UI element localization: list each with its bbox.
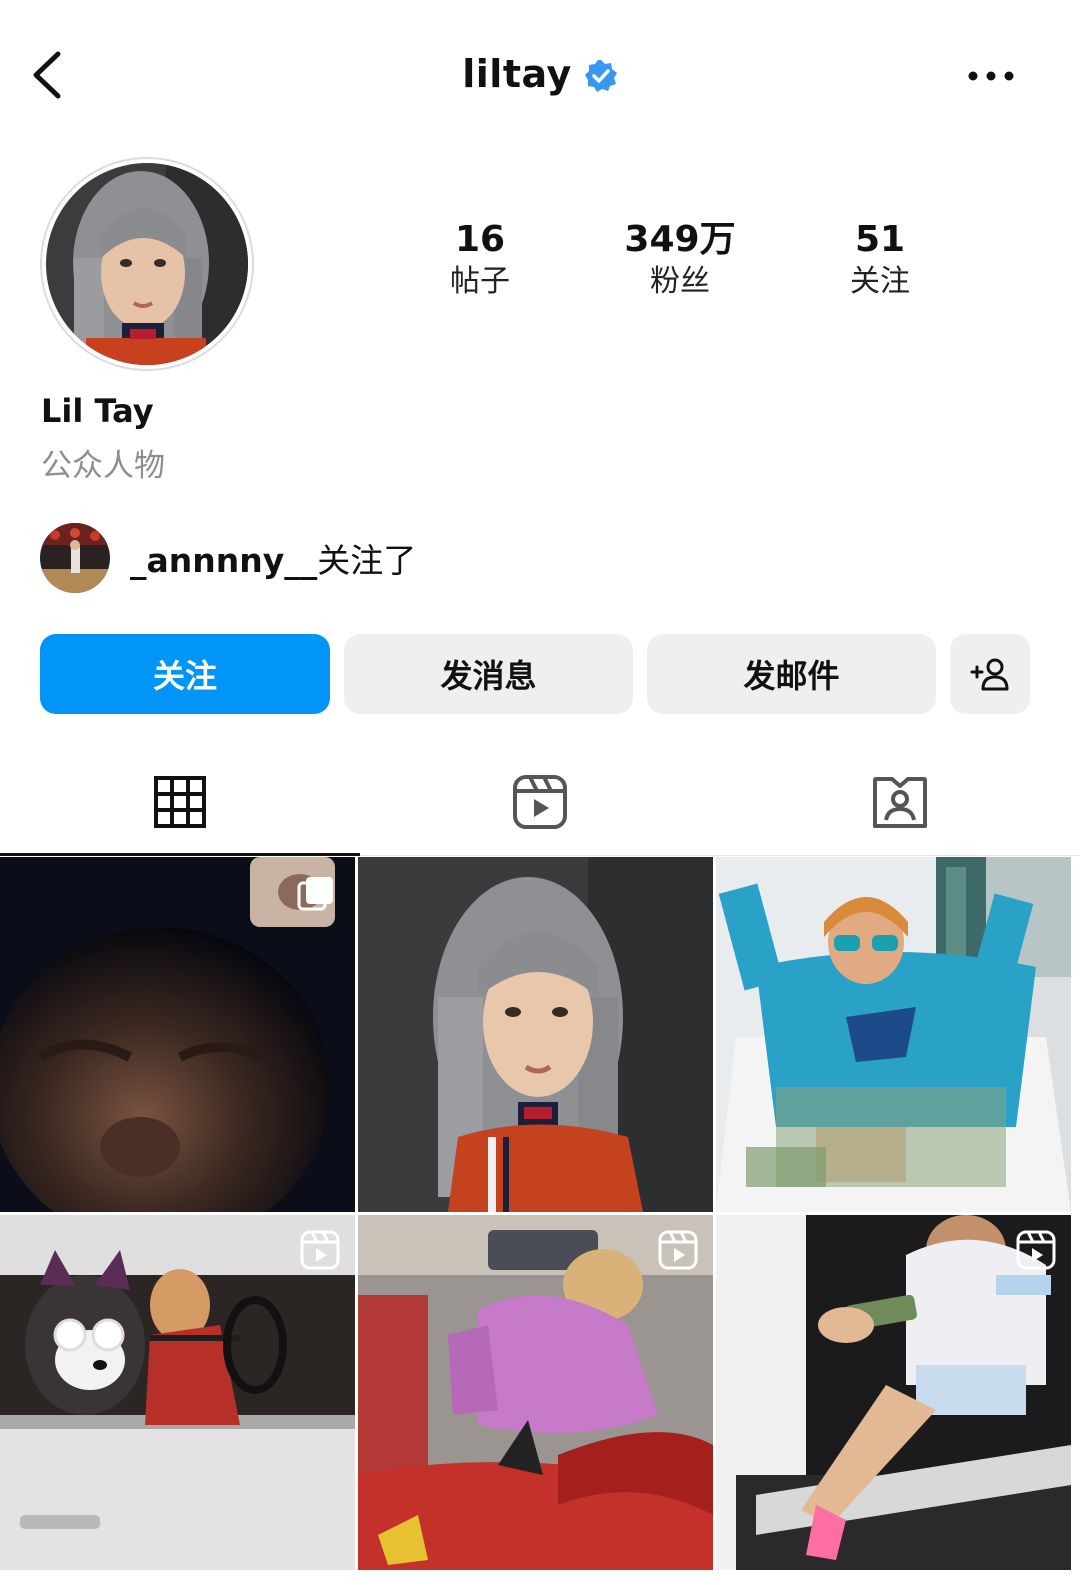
post-thumbnail[interactable] <box>716 1215 1071 1570</box>
avatar-image <box>46 163 248 365</box>
post-image <box>716 857 1071 1212</box>
post-thumbnail[interactable] <box>358 857 713 1212</box>
followed-by-text: _annnny__关注了 <box>130 534 416 582</box>
stat-posts[interactable]: 16 帖子 <box>380 218 580 302</box>
tab-posts-grid[interactable] <box>0 748 360 856</box>
message-button[interactable]: 发消息 <box>344 634 633 714</box>
posts-grid <box>0 857 1080 1570</box>
more-options-button[interactable] <box>968 66 1014 86</box>
profile-stats: 16 帖子 349万 粉丝 51 关注 <box>380 218 980 302</box>
email-button[interactable]: 发邮件 <box>647 634 936 714</box>
reels-icon <box>513 774 567 829</box>
title-group: liltay <box>0 52 1080 96</box>
post-thumbnail[interactable] <box>358 1215 713 1570</box>
profile-tabs <box>0 748 1080 856</box>
stat-label: 粉丝 <box>650 264 710 299</box>
followed-by-row[interactable]: _annnny__关注了 <box>40 522 416 594</box>
tab-reels[interactable] <box>360 748 720 855</box>
add-person-icon <box>970 658 1009 691</box>
stat-label: 关注 <box>850 264 910 299</box>
display-name: Lil Tay <box>41 392 154 430</box>
followed-by-suffix: 关注了 <box>317 541 417 580</box>
tab-tagged[interactable] <box>720 748 1080 855</box>
stat-value: 51 <box>854 219 906 260</box>
profile-category: 公众人物 <box>41 448 165 484</box>
stat-value: 349万 <box>624 219 736 260</box>
profile-avatar[interactable] <box>40 157 254 371</box>
reel-icon <box>1016 1230 1056 1270</box>
reel-icon <box>658 1230 698 1270</box>
tagged-person-icon <box>873 776 927 828</box>
carousel-icon <box>297 877 333 911</box>
profile-header: liltay <box>0 0 1080 150</box>
follow-button[interactable]: 关注 <box>40 634 330 714</box>
profile-username: liltay <box>462 52 572 96</box>
stat-following[interactable]: 51 关注 <box>780 218 980 302</box>
grid-icon <box>154 775 206 828</box>
post-thumbnail[interactable] <box>0 1215 355 1570</box>
verified-badge-icon <box>584 60 617 92</box>
stat-label: 帖子 <box>450 264 510 299</box>
more-horizontal-icon <box>968 71 1014 81</box>
post-thumbnail[interactable] <box>0 857 355 1212</box>
follower-avatar <box>40 523 110 593</box>
post-image <box>358 857 713 1212</box>
suggested-users-button[interactable] <box>950 634 1030 714</box>
post-thumbnail[interactable] <box>716 857 1071 1212</box>
stat-followers[interactable]: 349万 粉丝 <box>580 218 780 302</box>
stat-value: 16 <box>454 219 506 260</box>
follower-username: _annnny__ <box>130 541 318 580</box>
action-buttons: 关注 发消息 发邮件 <box>40 634 1030 714</box>
reel-icon <box>300 1230 340 1270</box>
